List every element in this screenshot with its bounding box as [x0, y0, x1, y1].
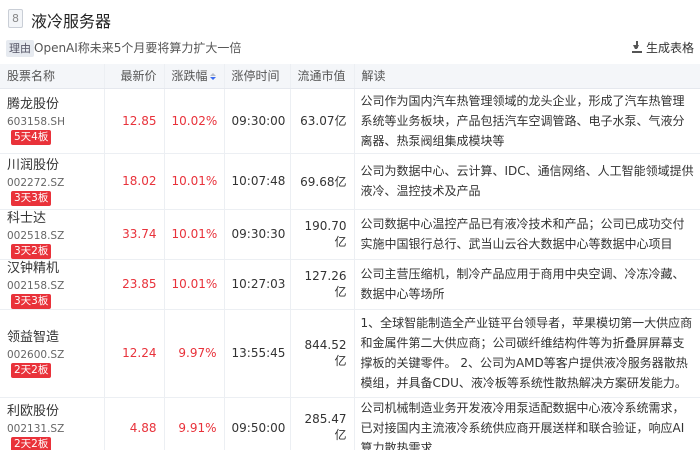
- index-badge: 8: [8, 9, 23, 28]
- board-badge: 5天4板: [11, 130, 52, 145]
- stock-name[interactable]: 利欧股份: [7, 403, 97, 421]
- market-cap: 285.47亿: [290, 397, 355, 450]
- market-cap: 127.26亿: [290, 259, 355, 310]
- interpretation: 公司机械制造业务开发液冷用泵适配数据中心液冷系统需求，已对接国内主流液冷系统供应…: [354, 397, 700, 450]
- table-row[interactable]: 科士达 002518.SZ3天2板 33.74 10.01% 09:30:30 1…: [0, 209, 700, 260]
- page-title: 液冷服务器: [31, 12, 112, 31]
- reason-bar: 理由 OpenAI称未来5个月要将算力扩大一倍 生成表格: [0, 38, 700, 58]
- page-header: 8 液冷服务器: [0, 0, 700, 38]
- download-icon: [631, 41, 642, 53]
- stock-code: 002158.SZ: [7, 279, 65, 292]
- stock-name[interactable]: 川润股份: [7, 157, 97, 175]
- market-cap: 844.52亿: [290, 309, 355, 398]
- change-percent: 9.97%: [164, 309, 225, 398]
- latest-price: 18.02: [104, 153, 165, 210]
- latest-price: 12.24: [104, 309, 165, 398]
- sort-icon[interactable]: [209, 73, 216, 81]
- board-badge: 3天3板: [11, 293, 52, 309]
- column-header-name[interactable]: 股票名称: [0, 64, 105, 89]
- latest-price: 33.74: [104, 209, 165, 260]
- table-row[interactable]: 领益智造 002600.SZ2天2板 12.24 9.97% 13:55:45 8…: [0, 309, 700, 398]
- market-cap: 69.68亿: [290, 153, 355, 210]
- stock-code: 002131.SZ: [7, 423, 65, 435]
- latest-price: 23.85: [104, 259, 165, 310]
- table-row[interactable]: 利欧股份 002131.SZ 2天2板 4.88 9.91% 09:50:00 28…: [0, 397, 700, 450]
- change-percent: 10.01%: [164, 209, 225, 260]
- limit-up-time: 09:30:00: [224, 88, 291, 154]
- reason-text: OpenAI称未来5个月要将算力扩大一倍: [34, 41, 242, 55]
- table-header-row: 股票名称 最新价 涨跌幅 涨停时间 流通市值 解读: [0, 64, 700, 89]
- change-percent: 10.01%: [164, 153, 225, 210]
- generate-table-label: 生成表格: [645, 41, 694, 55]
- stock-code: 002600.SZ: [7, 348, 65, 361]
- stock-code: 002518.SZ: [7, 229, 65, 242]
- limit-up-time: 10:27:03: [224, 259, 291, 310]
- column-header-market-cap[interactable]: 流通市值: [290, 64, 355, 89]
- interpretation: 公司数据中心温控产品已有液冷技术和产品；公司已成功交付实施中国银行总行、武当山云…: [354, 209, 700, 260]
- column-header-limit-time[interactable]: 涨停时间: [224, 64, 291, 89]
- limit-up-time: 10:07:48: [224, 153, 291, 210]
- board-badge: 2天2板: [11, 437, 52, 450]
- generate-table-button[interactable]: 生成表格: [631, 40, 694, 57]
- limit-up-time: 09:30:30: [224, 209, 291, 260]
- stock-name[interactable]: 汉钟精机: [7, 260, 97, 278]
- table-row[interactable]: 川润股份 002272.SZ3天3板 18.02 10.01% 10:07:48 …: [0, 153, 700, 210]
- table-row[interactable]: 腾龙股份 603158.SH5天4板 12.85 10.02% 09:30:00 …: [0, 88, 700, 154]
- column-header-change[interactable]: 涨跌幅: [164, 64, 225, 89]
- latest-price: 4.88: [104, 397, 165, 450]
- board-badge: 3天3板: [11, 190, 52, 206]
- stock-name[interactable]: 科士达: [7, 210, 97, 228]
- change-percent: 9.91%: [164, 397, 225, 450]
- interpretation: 公司主营压缩机，制冷产品应用于商用中央空调、冷冻冷藏、数据中心等场所: [354, 259, 700, 310]
- latest-price: 12.85: [104, 88, 165, 154]
- interpretation: 公司作为国内汽车热管理领域的龙头企业，形成了汽车热管理系统等业务板块，产品包括汽…: [354, 88, 700, 154]
- table-row[interactable]: 汉钟精机 002158.SZ3天3板 23.85 10.01% 10:27:03 …: [0, 259, 700, 310]
- market-cap: 190.70亿: [290, 209, 355, 260]
- column-header-interpretation: 解读: [354, 64, 700, 89]
- stock-code: 002272.SZ: [7, 176, 65, 189]
- limit-up-time: 09:50:00: [224, 397, 291, 450]
- market-cap: 63.07亿: [290, 88, 355, 154]
- interpretation: 1、全球智能制造全产业链平台领导者，苹果模切第一大供应商和金属件第二大供应商；公…: [354, 309, 700, 398]
- stock-code: 603158.SH: [7, 116, 65, 128]
- change-percent: 10.01%: [164, 259, 225, 310]
- column-header-price[interactable]: 最新价: [104, 64, 165, 89]
- stock-name[interactable]: 领益智造: [7, 329, 97, 347]
- board-badge: 2天2板: [11, 362, 52, 378]
- change-percent: 10.02%: [164, 88, 225, 154]
- stock-table: 股票名称 最新价 涨跌幅 涨停时间 流通市值 解读 腾龙股份 603158.SH 5…: [0, 64, 700, 450]
- stock-name[interactable]: 腾龙股份: [7, 96, 97, 114]
- limit-up-time: 13:55:45: [224, 309, 291, 398]
- board-badge: 3天2板: [11, 243, 52, 259]
- interpretation: 公司为数据中心、云计算、IDC、通信网络、人工智能领域提供液冷、温控技术及产品: [354, 153, 700, 210]
- reason-tag: 理由: [6, 40, 34, 57]
